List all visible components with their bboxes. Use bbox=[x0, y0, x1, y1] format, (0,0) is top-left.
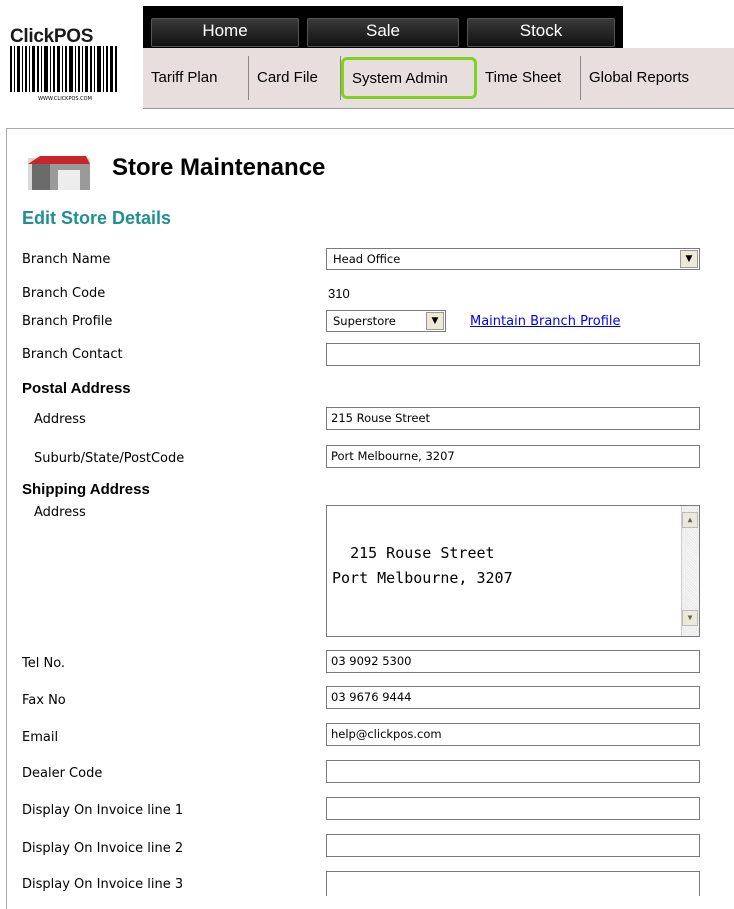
branch-code-label: Branch Code bbox=[22, 286, 106, 301]
subnav-card-file[interactable]: Card File bbox=[249, 56, 341, 100]
email-label: Email bbox=[22, 730, 59, 745]
scroll-up-icon[interactable]: ▲ bbox=[682, 512, 698, 528]
postal-suburb-input[interactable]: Port Melbourne, 3207 bbox=[326, 445, 700, 468]
subnav-system-admin[interactable]: System Admin bbox=[341, 57, 477, 99]
branch-name-select[interactable]: Head Office ▼ bbox=[326, 248, 700, 270]
dealer-code-label: Dealer Code bbox=[22, 766, 103, 781]
page-title: Store Maintenance bbox=[112, 154, 326, 181]
postal-address-heading: Postal Address bbox=[22, 380, 131, 397]
branch-code-value: 310 bbox=[328, 286, 350, 301]
subnav-global-reports[interactable]: Global Reports bbox=[581, 56, 734, 100]
shipping-address-text: 215 Rouse Street Port Melbourne, 3207 bbox=[332, 544, 513, 587]
invoice-line-2-label: Display On Invoice line 2 bbox=[22, 841, 184, 856]
dealer-code-input[interactable] bbox=[326, 760, 700, 783]
logo-text-pos: POS bbox=[53, 26, 94, 47]
logo-text-click: Click bbox=[10, 26, 54, 47]
branch-name-value: Head Office bbox=[333, 252, 401, 266]
nav-sale-button[interactable]: Sale bbox=[307, 18, 459, 47]
logo-text: ClickPOS bbox=[10, 26, 93, 48]
shipping-address-textarea[interactable]: 215 Rouse Street Port Melbourne, 3207 ▲ … bbox=[326, 505, 700, 637]
postal-address-input[interactable]: 215 Rouse Street bbox=[326, 407, 700, 430]
fax-label: Fax No bbox=[22, 693, 66, 708]
top-navigation: Home Sale Stock bbox=[143, 6, 623, 48]
branch-contact-label: Branch Contact bbox=[22, 347, 123, 362]
invoice-line-1-label: Display On Invoice line 1 bbox=[22, 803, 184, 818]
tel-label: Tel No. bbox=[22, 656, 66, 671]
nav-home-button[interactable]: Home bbox=[151, 18, 299, 47]
invoice-line-1-input[interactable] bbox=[326, 797, 700, 820]
clickpos-logo: ClickPOS WWW.CLICKPOS.COM bbox=[4, 10, 128, 106]
fax-input[interactable]: 03 9676 9444 bbox=[326, 686, 700, 709]
subnav-time-sheet[interactable]: Time Sheet bbox=[477, 56, 581, 100]
email-input[interactable]: help@clickpos.com bbox=[326, 723, 700, 746]
invoice-line-3-input[interactable] bbox=[326, 871, 700, 896]
chevron-down-icon[interactable]: ▼ bbox=[680, 250, 698, 268]
postal-address-label: Address bbox=[34, 412, 86, 427]
subnav-tariff-plan[interactable]: Tariff Plan bbox=[143, 56, 249, 100]
textarea-scrollbar[interactable]: ▲ ▼ bbox=[681, 506, 699, 636]
postal-suburb-label: Suburb/State/PostCode bbox=[34, 451, 185, 466]
branch-profile-label: Branch Profile bbox=[22, 314, 113, 329]
tel-input[interactable]: 03 9092 5300 bbox=[326, 650, 700, 673]
section-title: Edit Store Details bbox=[22, 208, 172, 228]
sub-navigation: Tariff Plan Card File System Admin Time … bbox=[143, 48, 734, 109]
scroll-down-icon[interactable]: ▼ bbox=[682, 610, 698, 626]
invoice-line-3-label: Display On Invoice line 3 bbox=[22, 877, 184, 892]
invoice-line-2-input[interactable] bbox=[326, 834, 700, 857]
branch-profile-value: Superstore bbox=[333, 314, 396, 328]
barcode-icon: WWW.CLICKPOS.COM bbox=[10, 46, 117, 102]
shipping-address-heading: Shipping Address bbox=[22, 481, 150, 498]
barcode-caption: WWW.CLICKPOS.COM bbox=[38, 96, 92, 102]
chevron-down-icon[interactable]: ▼ bbox=[426, 312, 444, 330]
maintain-branch-profile-link[interactable]: Maintain Branch Profile bbox=[470, 314, 621, 329]
branch-profile-select[interactable]: Superstore ▼ bbox=[326, 310, 446, 332]
branch-name-label: Branch Name bbox=[22, 252, 111, 267]
nav-stock-button[interactable]: Stock bbox=[467, 18, 615, 47]
shipping-address-label: Address bbox=[34, 505, 86, 520]
store-icon bbox=[28, 156, 90, 190]
branch-contact-input[interactable] bbox=[326, 343, 700, 366]
